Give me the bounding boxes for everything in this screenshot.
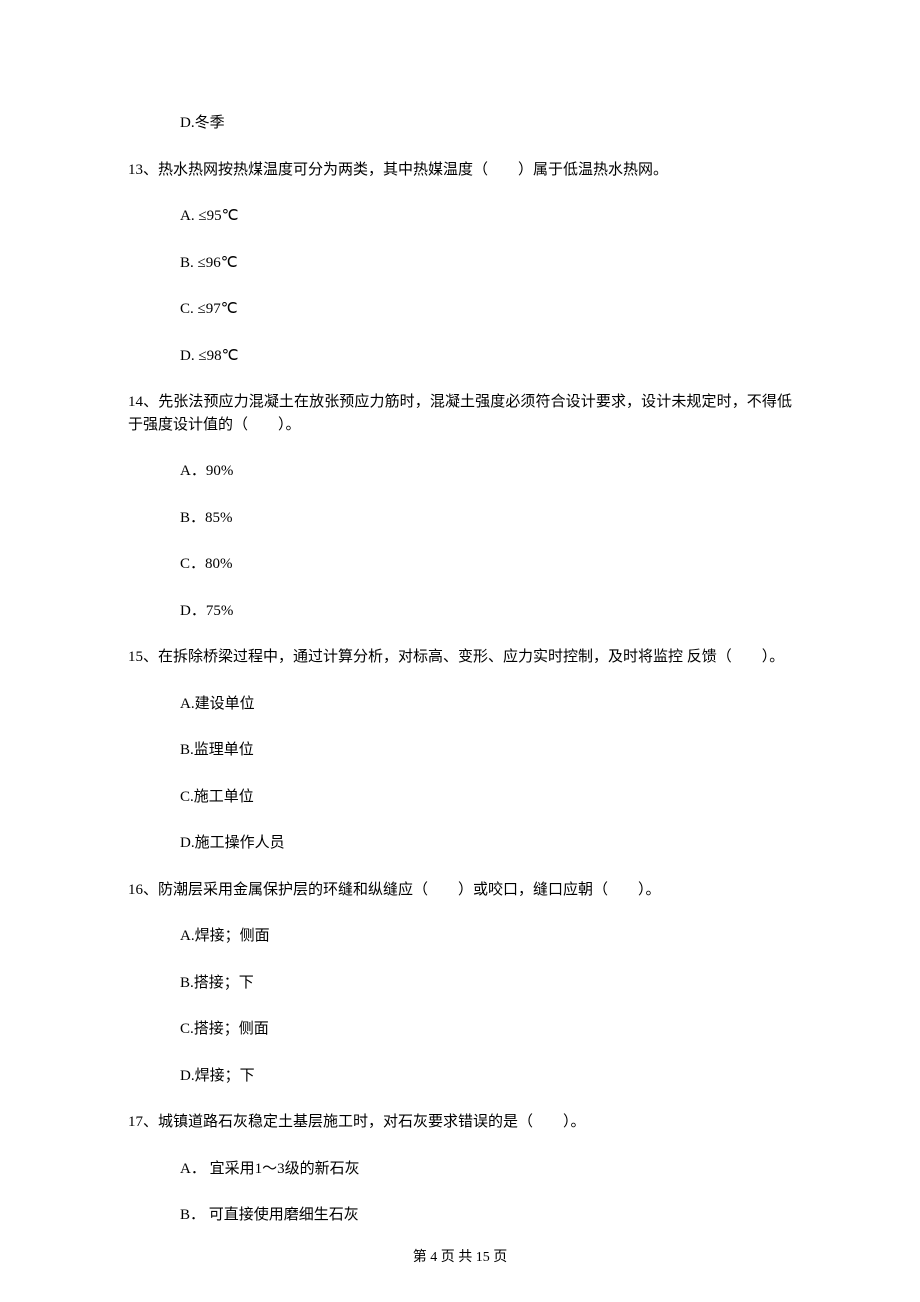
q13-option-d: D. ≤98℃ xyxy=(128,345,792,368)
q15-option-b: B.监理单位 xyxy=(128,739,792,762)
q13-option-a: A. ≤95℃ xyxy=(128,205,792,228)
page-footer: 第 4 页 共 15 页 xyxy=(0,1247,920,1268)
q17-option-a: A． 宜采用1～3级的新石灰 xyxy=(128,1158,792,1181)
q14-option-b: B．85% xyxy=(128,507,792,530)
q13-option-b: B. ≤96℃ xyxy=(128,252,792,275)
question-15-text: 在拆除桥梁过程中，通过计算分析，对标高、变形、应力实时控制，及时将监控 反馈（ … xyxy=(158,649,784,665)
question-14: 14、先张法预应力混凝土在放张预应力筋时，混凝土强度必须符合设计要求，设计未规定… xyxy=(128,391,792,436)
q15-option-c: C.施工单位 xyxy=(128,786,792,809)
question-14-num: 14、 xyxy=(128,394,158,410)
q14-option-c: C．80% xyxy=(128,553,792,576)
question-13: 13、热水热网按热煤温度可分为两类，其中热媒温度（ ）属于低温热水热网。 xyxy=(128,159,792,182)
q16-option-c: C.搭接；侧面 xyxy=(128,1018,792,1041)
q13-option-c: C. ≤97℃ xyxy=(128,298,792,321)
q14-option-a: A．90% xyxy=(128,460,792,483)
question-14-text: 先张法预应力混凝土在放张预应力筋时，混凝土强度必须符合设计要求，设计未规定时，不… xyxy=(128,394,792,433)
question-16: 16、防潮层采用金属保护层的环缝和纵缝应（ ）或咬口，缝口应朝（ ）。 xyxy=(128,879,792,902)
question-16-num: 16、 xyxy=(128,882,158,898)
q16-option-b: B.搭接；下 xyxy=(128,972,792,995)
q16-option-a: A.焊接；侧面 xyxy=(128,925,792,948)
question-13-text: 热水热网按热煤温度可分为两类，其中热媒温度（ ）属于低温热水热网。 xyxy=(158,162,668,178)
q16-option-d: D.焊接；下 xyxy=(128,1065,792,1088)
question-17-num: 17、 xyxy=(128,1114,158,1130)
q15-option-d: D.施工操作人员 xyxy=(128,832,792,855)
q17-option-b: B． 可直接使用磨细生石灰 xyxy=(128,1204,792,1227)
question-15: 15、在拆除桥梁过程中，通过计算分析，对标高、变形、应力实时控制，及时将监控 反… xyxy=(128,646,792,669)
orphan-option-d: D.冬季 xyxy=(128,112,792,135)
question-17: 17、城镇道路石灰稳定土基层施工时，对石灰要求错误的是（ ）。 xyxy=(128,1111,792,1134)
q15-option-a: A.建设单位 xyxy=(128,693,792,716)
question-16-text: 防潮层采用金属保护层的环缝和纵缝应（ ）或咬口，缝口应朝（ ）。 xyxy=(158,882,661,898)
q14-option-d: D．75% xyxy=(128,600,792,623)
question-17-text: 城镇道路石灰稳定土基层施工时，对石灰要求错误的是（ ）。 xyxy=(158,1114,586,1130)
question-13-num: 13、 xyxy=(128,162,158,178)
question-15-num: 15、 xyxy=(128,649,158,665)
